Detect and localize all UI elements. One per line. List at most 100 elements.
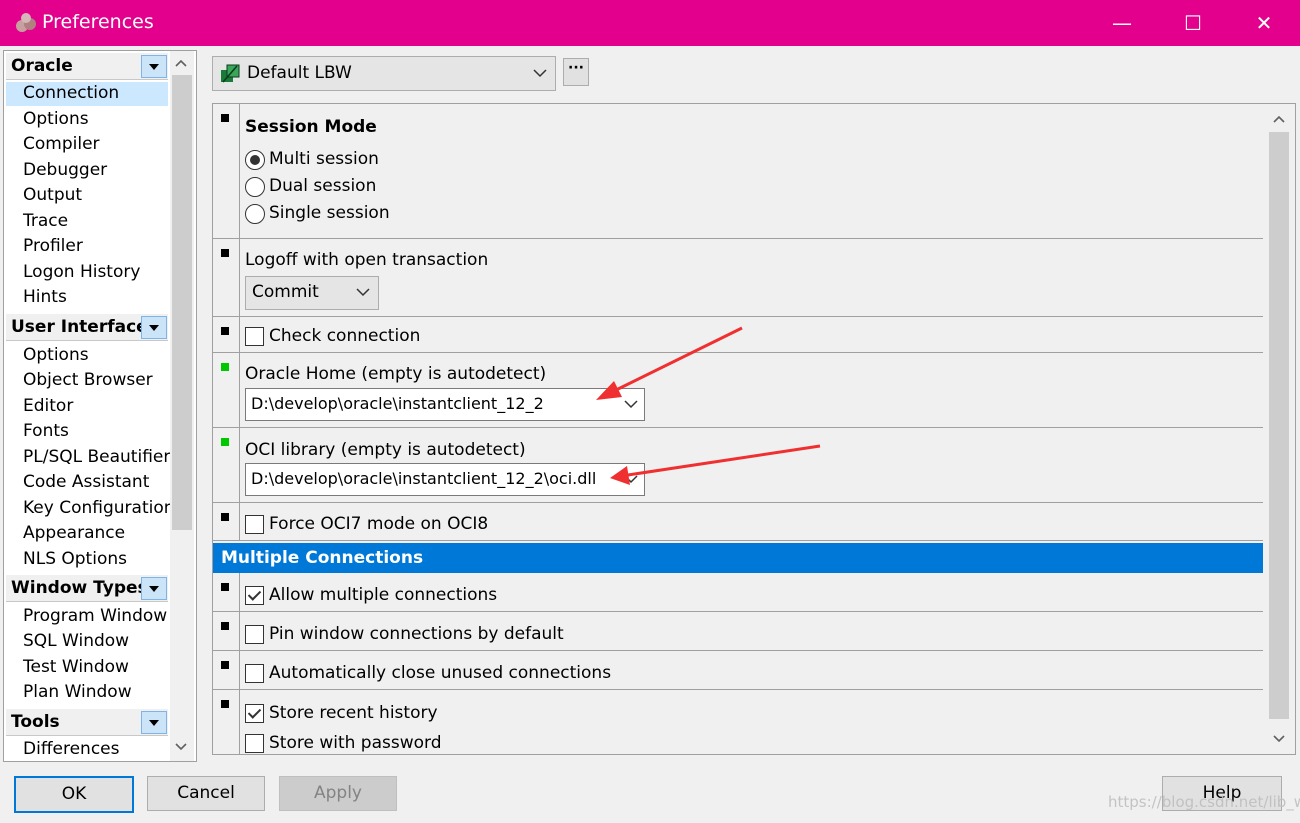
nav-item-hints[interactable]: Hints (6, 286, 168, 310)
oci-library-input[interactable]: D:\develop\oracle\instantclient_12_2\oci… (245, 463, 645, 496)
nav-item-sql-window[interactable]: SQL Window (6, 630, 168, 654)
nav-item-object-browser[interactable]: Object Browser (6, 369, 168, 393)
section-heading: Multiple Connections (221, 548, 424, 568)
nav-item-label: Plan Window (23, 682, 132, 702)
default-marker (221, 327, 229, 335)
pin-window-connections-checkbox[interactable] (245, 625, 264, 644)
collapse-dropdown-icon[interactable] (141, 316, 167, 339)
default-marker (221, 700, 229, 708)
nav-group-label: Window Types (11, 578, 148, 598)
radio-single-session[interactable] (245, 204, 265, 224)
cancel-button[interactable]: Cancel (147, 776, 265, 811)
nav-item-label: Debugger (23, 160, 108, 180)
collapse-dropdown-icon[interactable] (141, 711, 167, 734)
nav-item-label: Fonts (23, 421, 69, 441)
minimize-button[interactable]: — (1087, 0, 1157, 46)
nav-item-fonts[interactable]: Fonts (6, 420, 168, 444)
scroll-up-icon[interactable] (1273, 114, 1285, 126)
nav-item-label: Object Browser (23, 370, 153, 390)
nav-item-ui-options[interactable]: Options (6, 344, 168, 368)
oracle-home-label: Oracle Home (empty is autodetect) (245, 364, 547, 384)
settings-scrollbar[interactable] (1266, 104, 1292, 752)
nav-item-connection[interactable]: Connection (6, 82, 168, 106)
nav-group-oracle[interactable]: Oracle (6, 53, 168, 80)
nav-item-test-window[interactable]: Test Window (6, 656, 168, 680)
oracle-home-input[interactable]: D:\develop\oracle\instantclient_12_2 (245, 388, 645, 421)
profile-more-button[interactable]: ··· (563, 58, 589, 86)
nav-item-appearance[interactable]: Appearance (6, 522, 168, 546)
oracle-home-section: Oracle Home (empty is autodetect) D:\dev… (213, 353, 1263, 428)
section-marker-column (213, 651, 240, 689)
check-connection-checkbox[interactable] (245, 327, 264, 346)
nav-item-plsql-beautifier[interactable]: PL/SQL Beautifier (6, 446, 170, 470)
collapse-dropdown-icon[interactable] (141, 577, 167, 600)
nav-item-profiler[interactable]: Profiler (6, 235, 168, 259)
nav-item-label: Differences (23, 739, 120, 759)
settings-panel: Session Mode Multi session Dual session … (212, 103, 1296, 755)
checkbox-label: Store with password (269, 733, 442, 753)
nav-item-editor[interactable]: Editor (6, 395, 168, 419)
nav-group-window-types[interactable]: Window Types (6, 575, 168, 602)
nav-group-tools[interactable]: Tools (6, 709, 168, 736)
checkbox-label: Pin window connections by default (269, 624, 564, 644)
section-marker-column (213, 428, 240, 502)
nav-item-compiler[interactable]: Compiler (6, 133, 168, 157)
radio-multi-session[interactable] (245, 150, 265, 170)
nav-group-label: Oracle (11, 56, 73, 76)
title-bar: Preferences — ☐ ✕ (0, 0, 1300, 46)
logoff-select[interactable]: Commit (245, 276, 379, 310)
profile-value: Default LBW (247, 63, 352, 83)
nav-item-debugger[interactable]: Debugger (6, 159, 168, 183)
database-icon (221, 64, 240, 83)
section-marker-column (213, 690, 240, 754)
radio-dual-session[interactable] (245, 177, 265, 197)
modified-marker (221, 438, 229, 446)
check-connection-section: Check connection (213, 317, 1263, 353)
auto-close-connections-checkbox[interactable] (245, 664, 264, 683)
section-marker-column (213, 104, 240, 238)
nav-item-trace[interactable]: Trace (6, 210, 168, 234)
scroll-up-icon[interactable] (175, 58, 187, 70)
close-button[interactable]: ✕ (1229, 0, 1299, 46)
scroll-down-icon[interactable] (1273, 732, 1285, 744)
default-marker (221, 661, 229, 669)
collapse-dropdown-icon[interactable] (141, 55, 167, 78)
nav-item-logon-history[interactable]: Logon History (6, 261, 168, 285)
chevron-down-icon[interactable] (624, 399, 638, 409)
nav-item-nls-options[interactable]: NLS Options (6, 548, 168, 572)
scroll-down-icon[interactable] (175, 740, 187, 752)
nav-item-differences[interactable]: Differences (6, 738, 168, 761)
nav-group-label: User Interface (11, 317, 148, 337)
nav-item-plan-window[interactable]: Plan Window (6, 681, 168, 705)
store-with-password-checkbox[interactable] (245, 734, 264, 753)
scroll-thumb[interactable] (172, 75, 192, 530)
radio-label: Single session (269, 203, 390, 223)
nav-item-options[interactable]: Options (6, 108, 168, 132)
allow-multiple-connections-checkbox[interactable] (245, 586, 264, 605)
watermark: https://blog.csdn.net/lib_w (1108, 793, 1300, 811)
nav-scrollbar[interactable] (170, 51, 194, 761)
window-title: Preferences (42, 11, 154, 33)
scroll-thumb[interactable] (1269, 132, 1289, 719)
checkbox-label: Check connection (269, 326, 421, 346)
force-oci7-checkbox[interactable] (245, 515, 264, 534)
default-marker (221, 622, 229, 630)
nav-item-label: Editor (23, 396, 74, 416)
nav-group-user-interface[interactable]: User Interface (6, 314, 168, 341)
ok-button[interactable]: OK (14, 776, 134, 813)
oci-library-label: OCI library (empty is autodetect) (245, 440, 526, 460)
store-recent-history-checkbox[interactable] (245, 704, 264, 723)
oci-library-section: OCI library (empty is autodetect) D:\dev… (213, 428, 1263, 503)
maximize-button[interactable]: ☐ (1158, 0, 1228, 46)
nav-item-label: Options (23, 345, 89, 365)
section-marker-column (213, 353, 240, 427)
section-marker-column (213, 317, 240, 352)
apply-button[interactable]: Apply (279, 776, 397, 811)
nav-item-key-configuration[interactable]: Key Configuration (6, 497, 175, 521)
nav-item-code-assistant[interactable]: Code Assistant (6, 471, 168, 495)
oracle-home-value: D:\develop\oracle\instantclient_12_2 (251, 394, 544, 413)
chevron-down-icon[interactable] (624, 474, 638, 484)
nav-item-output[interactable]: Output (6, 184, 168, 208)
nav-item-program-window[interactable]: Program Window (6, 605, 168, 629)
profile-select[interactable]: Default LBW (212, 56, 556, 91)
